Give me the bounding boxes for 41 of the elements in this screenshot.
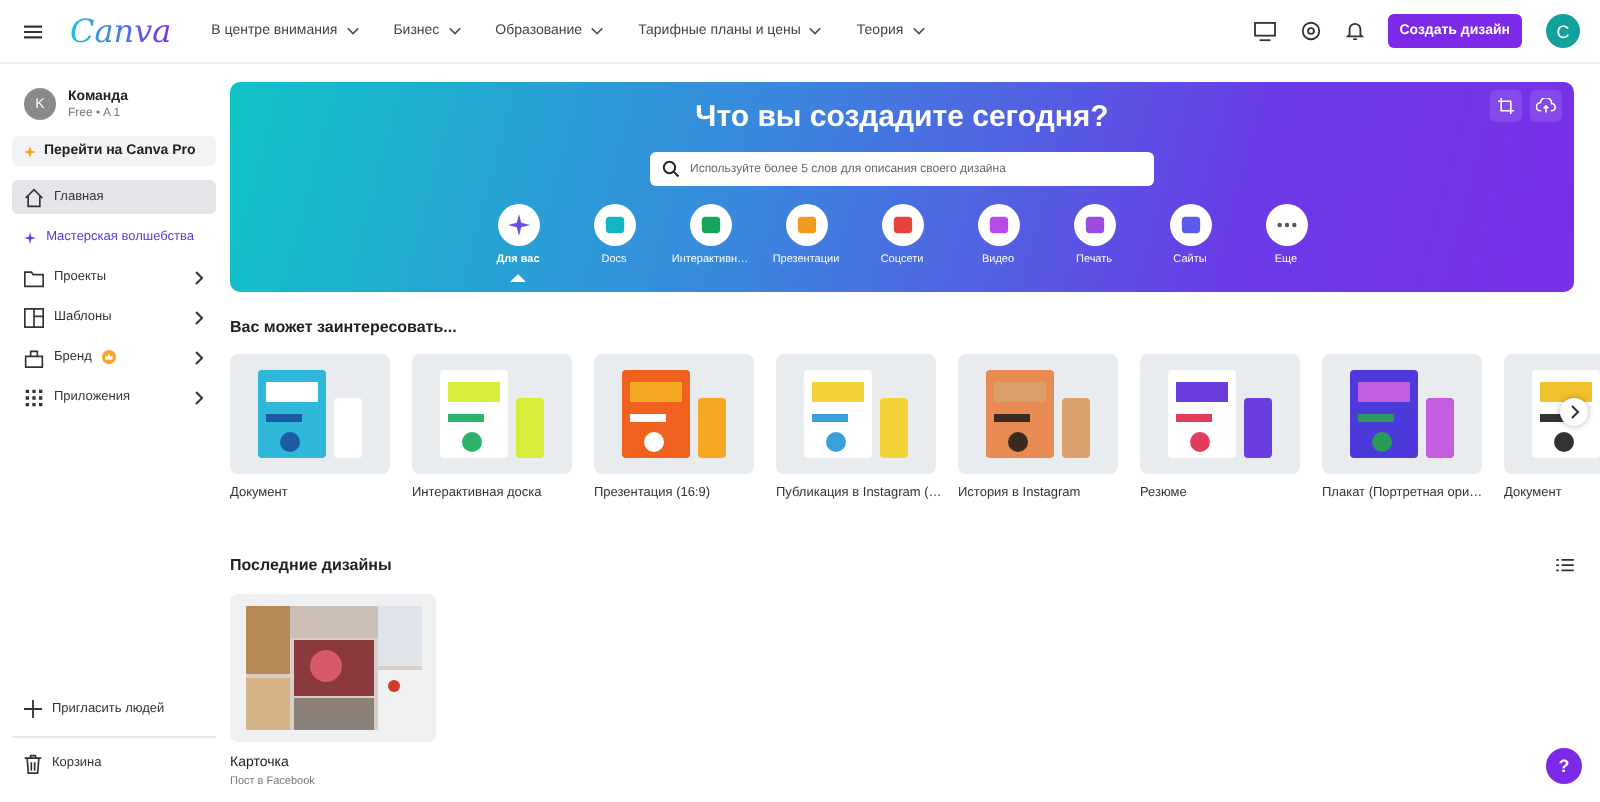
resize-button[interactable] xyxy=(1490,90,1522,122)
home-icon xyxy=(24,187,44,207)
crop-icon xyxy=(1498,98,1514,114)
upload-icon xyxy=(1536,98,1556,114)
chevron-down-icon xyxy=(911,26,926,36)
hero-title: Что вы создадите сегодня? xyxy=(695,100,1109,134)
square-icon xyxy=(603,214,625,236)
chevron-right-icon xyxy=(194,389,204,405)
help-button[interactable]: ? xyxy=(1546,748,1582,784)
chevron-down-icon xyxy=(808,26,823,36)
bell-icon[interactable] xyxy=(1345,20,1364,42)
crown-badge-icon xyxy=(101,350,116,364)
chevron-down-icon xyxy=(447,26,462,36)
layout-icon xyxy=(24,307,44,327)
list-view-icon[interactable] xyxy=(1556,558,1574,572)
plus-icon xyxy=(24,700,42,718)
sparkle-icon xyxy=(507,214,529,236)
upload-button[interactable] xyxy=(1530,90,1562,122)
search-icon xyxy=(662,160,680,178)
settings-icon[interactable] xyxy=(1299,20,1322,42)
menu-icon[interactable] xyxy=(24,23,42,39)
square-icon xyxy=(987,214,1009,236)
sparkle-icon xyxy=(24,145,36,157)
chevron-right-icon xyxy=(194,349,204,365)
chevron-down-icon xyxy=(590,26,605,36)
briefcase-icon xyxy=(24,347,44,367)
section-title: Последние дизайны xyxy=(230,556,392,574)
chevron-right-icon xyxy=(1569,404,1579,420)
chevron-down-icon xyxy=(345,26,360,36)
grid-icon xyxy=(24,387,44,407)
trash-icon xyxy=(24,753,42,773)
chevron-right-icon xyxy=(194,309,204,325)
square-icon xyxy=(795,214,817,236)
folder-icon xyxy=(24,267,44,287)
square-icon xyxy=(891,214,913,236)
chevron-right-icon xyxy=(194,269,204,285)
section-title: Вас может заинтересовать... xyxy=(230,318,459,336)
monitor-icon[interactable] xyxy=(1253,21,1276,41)
square-icon xyxy=(1179,214,1201,236)
square-icon xyxy=(699,214,721,236)
square-icon xyxy=(1083,214,1105,236)
